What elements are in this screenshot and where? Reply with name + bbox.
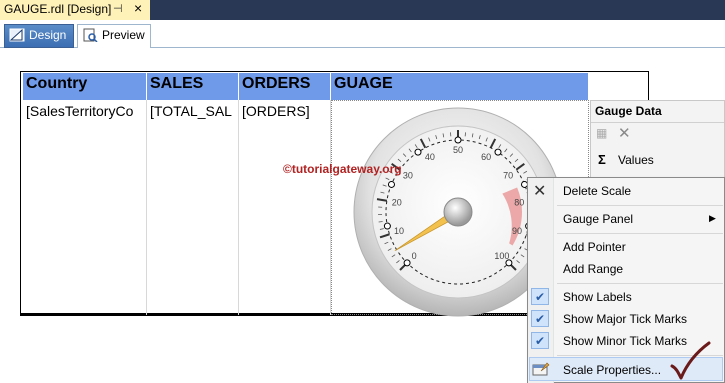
gauge-scale-label: 50 xyxy=(453,145,463,155)
tab-preview[interactable]: Preview xyxy=(77,24,151,48)
menu-item-gauge-panel[interactable]: Gauge Panel xyxy=(563,212,633,226)
cell-sales[interactable]: [TOTAL_SAL xyxy=(147,100,239,315)
menu-item-add-pointer[interactable]: Add Pointer xyxy=(563,240,626,254)
selection-handle[interactable] xyxy=(454,136,462,144)
header-country[interactable]: Country xyxy=(23,73,147,100)
tab-design-label: Design xyxy=(29,28,67,42)
gauge-data-divider xyxy=(591,122,724,123)
menu-item-show-major-tick-marks[interactable]: Show Major Tick Marks xyxy=(563,312,687,326)
design-ruler-icon xyxy=(9,28,25,42)
tab-preview-label: Preview xyxy=(102,28,145,42)
checkmark-icon: ✔ xyxy=(531,288,549,305)
selection-handle[interactable] xyxy=(403,259,411,267)
watermark-text: ©tutorialgateway.org xyxy=(283,162,402,176)
tab-design[interactable]: Design xyxy=(4,24,74,48)
context-menu-gutter xyxy=(528,178,554,383)
pointer-cap xyxy=(443,197,473,227)
header-orders[interactable]: ORDERS xyxy=(239,73,331,100)
gauge-scale-label: 0 xyxy=(412,251,417,261)
gauge-scale-label: 30 xyxy=(403,171,413,181)
gauge-scale-label: 10 xyxy=(394,226,404,236)
document-tab-title: GAUGE.rdl [Design] xyxy=(4,2,112,16)
annotation-checkmark-icon xyxy=(670,341,711,380)
values-label[interactable]: Values xyxy=(618,153,654,167)
scale-properties-icon xyxy=(532,362,550,376)
cell-orders[interactable]: [ORDERS] xyxy=(239,100,331,315)
selection-handle[interactable] xyxy=(387,180,395,188)
menu-item-add-range[interactable]: Add Range xyxy=(563,262,623,276)
document-tab[interactable]: GAUGE.rdl [Design] xyxy=(0,0,150,20)
gauge-scale-label: 80 xyxy=(514,197,524,207)
menu-separator xyxy=(557,205,723,206)
header-sales[interactable]: SALES xyxy=(147,73,239,100)
delete-icon: ✕ xyxy=(533,183,547,200)
gauge-scale-label: 70 xyxy=(503,171,513,181)
gauge-scale-label: 90 xyxy=(512,226,522,236)
menu-item-show-labels[interactable]: Show Labels xyxy=(563,290,632,304)
gauge-minor-tick xyxy=(378,221,383,223)
gauge-scale-label: 20 xyxy=(392,197,402,207)
menu-separator xyxy=(557,283,723,284)
add-field-icon[interactable]: ▦ xyxy=(596,126,607,140)
selection-handle[interactable] xyxy=(383,222,391,230)
gauge-scale-label: 40 xyxy=(425,152,435,162)
checkmark-icon: ✔ xyxy=(531,332,549,349)
menu-item-delete-scale[interactable]: Delete Scale xyxy=(563,184,631,198)
preview-page-icon xyxy=(83,28,98,42)
gauge-scale-label: 60 xyxy=(481,152,491,162)
selection-handle[interactable] xyxy=(494,148,502,156)
submenu-arrow-icon: ▶ xyxy=(709,213,716,223)
selection-handle[interactable] xyxy=(505,259,513,267)
sigma-icon: Σ xyxy=(598,152,606,167)
cell-country[interactable]: [SalesTerritoryCo xyxy=(23,100,147,315)
menu-item-scale-properties[interactable]: Scale Properties... xyxy=(563,363,661,377)
delete-field-icon[interactable]: ✕ xyxy=(618,124,631,142)
menu-separator xyxy=(557,233,723,234)
gauge-scale-label: 100 xyxy=(494,251,509,261)
pin-icon[interactable]: ⊣ xyxy=(113,2,123,15)
header-gauge[interactable]: GUAGE xyxy=(331,73,589,100)
gauge-data-title: Gauge Data xyxy=(595,104,662,118)
selection-handle[interactable] xyxy=(414,148,422,156)
close-icon[interactable]: × xyxy=(134,0,142,16)
checkmark-icon: ✔ xyxy=(531,310,549,327)
